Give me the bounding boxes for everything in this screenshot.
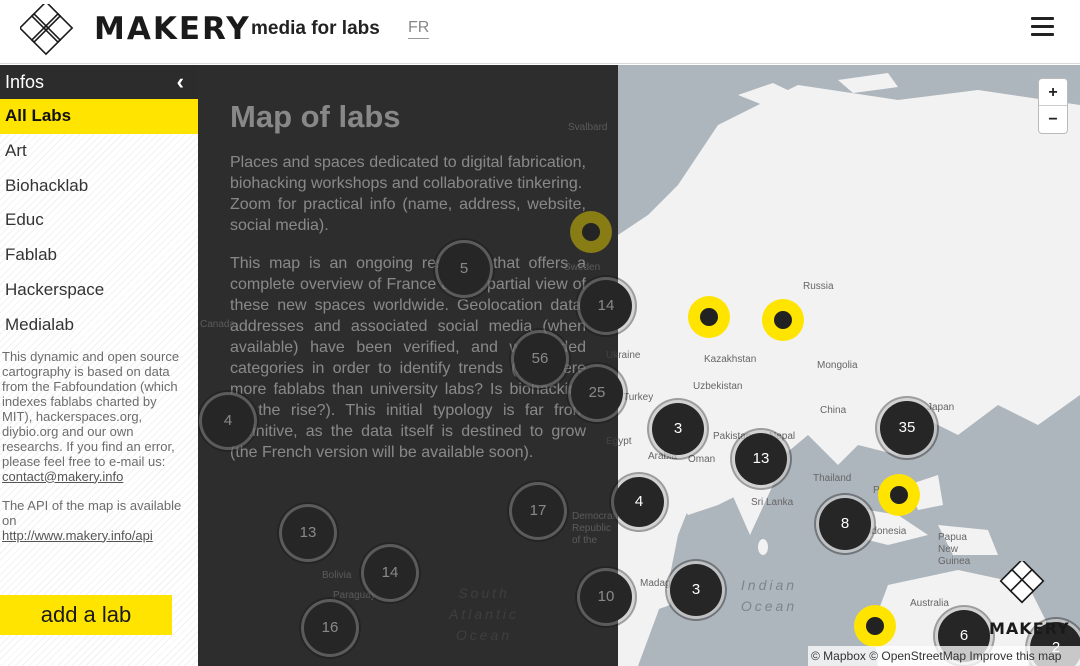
hamburger-menu-icon[interactable] — [1031, 17, 1055, 39]
site-header: MAKERY media for labs FR — [0, 0, 1080, 64]
chevron-left-icon[interactable]: ‹ — [177, 65, 184, 99]
lab-marker-dot — [582, 223, 600, 241]
zoom-control: + − — [1038, 78, 1068, 134]
panel-body: Places and spaces dedicated to digital f… — [230, 152, 586, 463]
sidebar-description: This dynamic and open source cartography… — [0, 343, 198, 484]
map-label: Bolivia — [322, 570, 352, 581]
cluster-marker[interactable]: 16 — [304, 602, 356, 654]
map-attribution[interactable]: © Mapbox © OpenStreetMap Improve this ma… — [808, 646, 1080, 666]
cluster-marker[interactable]: 5 — [438, 243, 490, 295]
infos-bar[interactable]: Infos ‹ — [0, 65, 198, 99]
map-label: Egypt — [606, 436, 632, 447]
map-label: Ukraine — [606, 350, 641, 361]
map-label: Sri Lanka — [751, 497, 794, 508]
lab-marker-dot — [866, 617, 884, 635]
map-label: Madag — [640, 578, 671, 589]
lab-marker[interactable] — [570, 211, 612, 253]
contact-email-link[interactable]: contact@makery.info — [2, 469, 123, 484]
cluster-marker[interactable]: 25 — [571, 367, 623, 419]
api-info: The API of the map is available on http:… — [0, 484, 198, 543]
makery-watermark-text: MAKERY — [989, 619, 1070, 638]
map-label: Russia — [803, 281, 834, 292]
infos-label: Infos — [5, 72, 45, 92]
zoom-in-button[interactable]: + — [1039, 79, 1067, 106]
category-biohacklab[interactable]: Biohacklab — [0, 169, 198, 204]
map-label: Japan — [927, 402, 955, 413]
cluster-marker[interactable]: 13 — [735, 433, 787, 485]
map-label: Democratic Republic of the Congo — [572, 511, 622, 546]
cluster-marker[interactable]: 3 — [652, 403, 704, 455]
lab-marker[interactable] — [688, 296, 730, 338]
tagline: media for labs — [251, 18, 380, 39]
language-switch-link[interactable]: FR — [408, 19, 430, 39]
api-text: The API of the map is available on — [2, 497, 182, 528]
cluster-marker[interactable]: 56 — [514, 333, 566, 385]
category-art[interactable]: Art — [0, 134, 198, 169]
map-label: Turkey — [623, 392, 654, 403]
map-label: China — [820, 405, 847, 416]
ocean-label-atlantic: South Atlantic Ocean — [449, 585, 519, 643]
cluster-marker[interactable]: 3 — [670, 564, 722, 616]
brand-name[interactable]: MAKERY — [94, 11, 251, 47]
cluster-marker[interactable]: 8 — [819, 498, 871, 550]
cluster-marker[interactable]: 35 — [880, 401, 934, 455]
map-view[interactable]: Map of labs Places and spaces dedicated … — [198, 65, 1080, 666]
map-label: Uzbekistan — [693, 381, 743, 392]
category-all-labs[interactable]: All Labs — [0, 99, 198, 134]
category-medialab[interactable]: Medialab — [0, 308, 198, 343]
map-label: Paraguay — [333, 590, 376, 601]
map-label: Canada — [200, 319, 236, 330]
cluster-marker[interactable]: 14 — [580, 280, 632, 332]
add-lab-button[interactable]: add a lab — [0, 595, 172, 635]
lab-marker[interactable] — [854, 605, 896, 647]
lab-marker-dot — [890, 486, 908, 504]
cluster-marker[interactable]: 10 — [580, 571, 632, 623]
api-link[interactable]: http://www.makery.info/api — [2, 528, 153, 543]
lab-marker[interactable] — [878, 474, 920, 516]
map-label: Papua New Guinea — [938, 532, 971, 567]
cluster-marker[interactable]: 17 — [512, 485, 564, 537]
map-label: Thailand — [813, 473, 852, 484]
category-fablab[interactable]: Fablab — [0, 238, 198, 273]
cluster-marker[interactable]: 14 — [364, 547, 416, 599]
cluster-marker[interactable]: 13 — [282, 507, 334, 559]
ocean-label-indian: Indian Ocean — [740, 577, 798, 614]
lab-marker-dot — [774, 311, 792, 329]
panel-paragraph-2: Zoom for practical info (name, address, … — [230, 196, 586, 234]
category-hackerspace[interactable]: Hackerspace — [0, 273, 198, 308]
map-label: Oman — [688, 454, 716, 465]
zoom-out-button[interactable]: − — [1039, 106, 1067, 133]
category-educ[interactable]: Educ — [0, 203, 198, 238]
panel-title: Map of labs — [230, 99, 401, 134]
panel-paragraph-1: Places and spaces dedicated to digital f… — [230, 154, 586, 192]
makery-logo-icon[interactable] — [20, 4, 76, 56]
map-label: Mongolia — [817, 360, 858, 371]
lab-marker[interactable] — [762, 299, 804, 341]
description-text: This dynamic and open source cartography… — [2, 348, 180, 469]
map-label: Kazakhstan — [704, 354, 757, 365]
cluster-marker[interactable]: 4 — [202, 395, 254, 447]
sidebar: Infos ‹ All Labs Art Biohacklab Educ Fab… — [0, 65, 198, 666]
map-label: Australia — [910, 598, 949, 609]
map-label: Svalbard — [568, 122, 608, 133]
map-label: Sweden — [564, 262, 601, 273]
lab-marker-dot — [700, 308, 718, 326]
cluster-marker[interactable]: 4 — [614, 477, 664, 527]
